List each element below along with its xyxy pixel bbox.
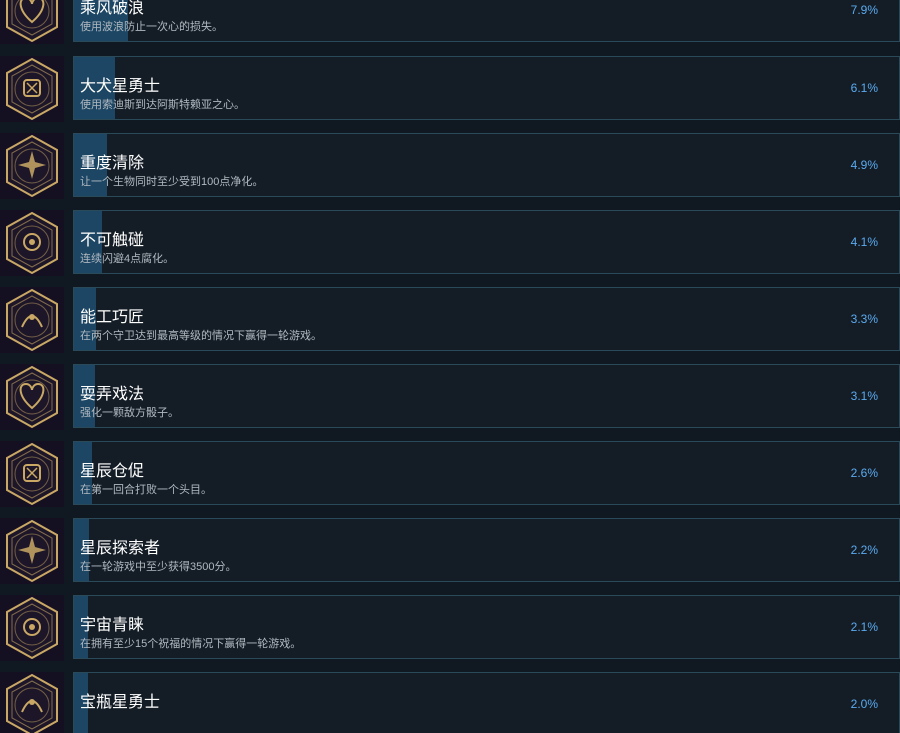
achievement-title: 不可触碰 bbox=[80, 232, 145, 249]
unlock-percentage: 7.9% bbox=[850, 3, 878, 17]
achievement-row[interactable]: 宇宙青睐在拥有至少15个祝福的情况下赢得一轮游戏。 2.1% bbox=[0, 595, 900, 661]
achievement-row[interactable]: 耍弄戏法强化一颗敌方骰子。 3.1% bbox=[0, 364, 900, 430]
trickster-emblem-icon bbox=[0, 364, 64, 430]
achievement-description: 让一个生物同时至少受到100点净化。 bbox=[80, 176, 264, 188]
twin-guardians-emblem-icon bbox=[0, 287, 64, 353]
burst-star-emblem-icon bbox=[0, 133, 64, 199]
heart-wave-emblem-icon bbox=[0, 0, 64, 44]
achievement-card: 星辰探索者在一轮游戏中至少获得3500分。 2.2% bbox=[73, 518, 900, 582]
achievement-row[interactable]: 重度清除让一个生物同时至少受到100点净化。 4.9% bbox=[0, 133, 900, 199]
achievement-description: 在拥有至少15个祝福的情况下赢得一轮游戏。 bbox=[80, 638, 302, 650]
canis-major-emblem-icon bbox=[0, 56, 64, 122]
achievement-row[interactable]: 乘风破浪使用波浪防止一次心的损失。 7.9% bbox=[0, 0, 900, 44]
achievement-description: 在一轮游戏中至少获得3500分。 bbox=[80, 561, 237, 573]
achievement-row[interactable]: 宝瓶星勇士 2.0% bbox=[0, 672, 900, 733]
achievement-list: 乘风破浪使用波浪防止一次心的损失。 7.9% 大犬星勇士使用索迪斯到达阿斯特赖亚之… bbox=[0, 0, 900, 733]
achievement-description: 强化一颗敌方骰子。 bbox=[80, 407, 179, 419]
unlock-percentage: 3.3% bbox=[850, 312, 878, 326]
unlock-percentage: 2.1% bbox=[850, 620, 878, 634]
achievement-title: 宇宙青睐 bbox=[80, 617, 145, 634]
unlock-percentage: 4.9% bbox=[850, 158, 878, 172]
achievement-card: 不可触碰连续闪避4点腐化。 4.1% bbox=[73, 210, 900, 274]
achievement-description: 在第一回合打败一个头目。 bbox=[80, 484, 212, 496]
achievement-row[interactable]: 星辰探索者在一轮游戏中至少获得3500分。 2.2% bbox=[0, 518, 900, 584]
achievement-card: 星辰仓促在第一回合打败一个头目。 2.6% bbox=[73, 441, 900, 505]
achievement-title: 星辰探索者 bbox=[80, 540, 161, 557]
starfield-explorer-emblem-icon bbox=[0, 518, 64, 584]
achievement-card: 宝瓶星勇士 2.0% bbox=[73, 672, 900, 733]
unlock-percentage: 4.1% bbox=[850, 235, 878, 249]
achievement-card: 大犬星勇士使用索迪斯到达阿斯特赖亚之心。 6.1% bbox=[73, 56, 900, 120]
unlock-percentage: 6.1% bbox=[850, 81, 878, 95]
achievement-row[interactable]: 星辰仓促在第一回合打败一个头目。 2.6% bbox=[0, 441, 900, 507]
achievement-card: 乘风破浪使用波浪防止一次心的损失。 7.9% bbox=[73, 0, 900, 42]
achievement-title: 大犬星勇士 bbox=[80, 78, 161, 95]
achievement-title: 星辰仓促 bbox=[80, 463, 145, 480]
cosmic-eye-emblem-icon bbox=[0, 595, 64, 661]
achievement-description: 使用索迪斯到达阿斯特赖亚之心。 bbox=[80, 99, 245, 111]
unlock-percentage: 3.1% bbox=[850, 389, 878, 403]
unlock-percentage: 2.2% bbox=[850, 543, 878, 557]
achievement-card: 耍弄戏法强化一颗敌方骰子。 3.1% bbox=[73, 364, 900, 428]
achievement-description: 连续闪避4点腐化。 bbox=[80, 253, 175, 265]
four-point-star-emblem-icon bbox=[0, 441, 64, 507]
achievement-title: 乘风破浪 bbox=[80, 0, 145, 17]
achievement-title: 宝瓶星勇士 bbox=[80, 694, 161, 711]
dragon-emblem-icon bbox=[0, 210, 64, 276]
achievement-card: 重度清除让一个生物同时至少受到100点净化。 4.9% bbox=[73, 133, 900, 197]
achievement-title: 能工巧匠 bbox=[80, 309, 145, 326]
achievement-description: 使用波浪防止一次心的损失。 bbox=[80, 21, 223, 33]
achievement-description: 在两个守卫达到最高等级的情况下赢得一轮游戏。 bbox=[80, 330, 322, 342]
achievement-title: 耍弄戏法 bbox=[80, 386, 145, 403]
aquarius-emblem-icon bbox=[0, 672, 64, 733]
achievement-card: 宇宙青睐在拥有至少15个祝福的情况下赢得一轮游戏。 2.1% bbox=[73, 595, 900, 659]
unlock-percentage: 2.0% bbox=[850, 697, 878, 711]
achievement-title: 重度清除 bbox=[80, 155, 145, 172]
achievement-row[interactable]: 不可触碰连续闪避4点腐化。 4.1% bbox=[0, 210, 900, 276]
achievement-row[interactable]: 能工巧匠在两个守卫达到最高等级的情况下赢得一轮游戏。 3.3% bbox=[0, 287, 900, 353]
achievement-card: 能工巧匠在两个守卫达到最高等级的情况下赢得一轮游戏。 3.3% bbox=[73, 287, 900, 351]
achievement-row[interactable]: 大犬星勇士使用索迪斯到达阿斯特赖亚之心。 6.1% bbox=[0, 56, 900, 122]
unlock-percentage: 2.6% bbox=[850, 466, 878, 480]
